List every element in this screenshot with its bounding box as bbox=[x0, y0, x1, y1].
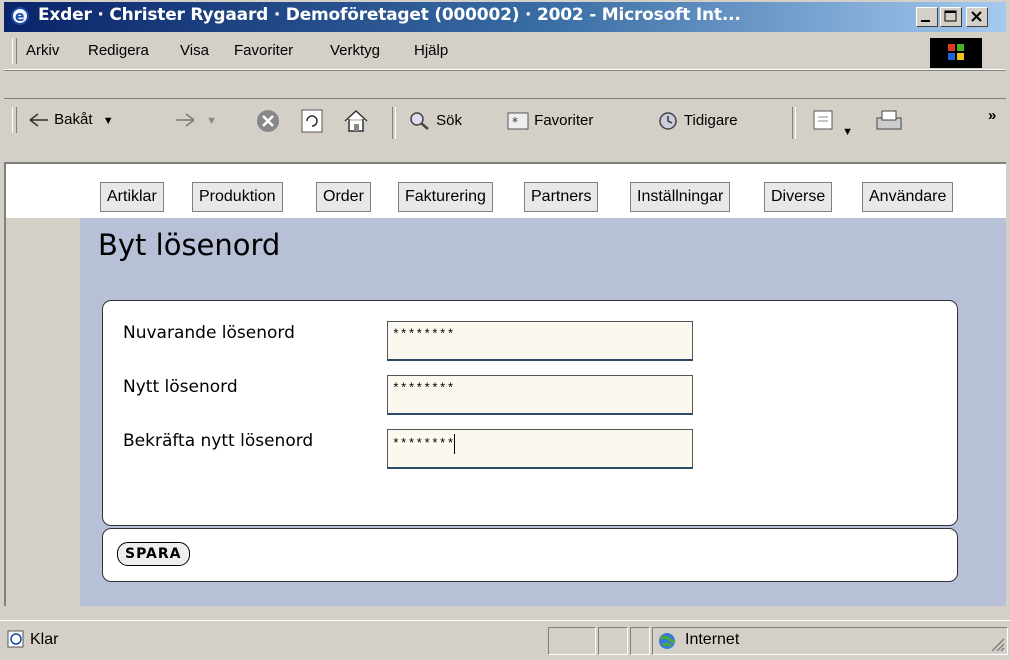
new-password-label: Nytt lösenord bbox=[123, 377, 238, 397]
text-caret bbox=[454, 434, 456, 454]
print-icon bbox=[876, 110, 902, 130]
tab-artiklar[interactable]: Artiklar bbox=[100, 182, 164, 212]
stop-button[interactable] bbox=[254, 107, 282, 139]
toolbar-separator bbox=[792, 107, 796, 139]
title-bar: e Exder · Christer Rygaard · Demoföretag… bbox=[4, 2, 1006, 32]
home-button[interactable] bbox=[342, 107, 370, 139]
ie-icon: e bbox=[11, 7, 29, 25]
toolbar: Bakåt ▼ ▼ Sök * Favoriter Tidigare ▼ » bbox=[4, 98, 1006, 155]
stop-icon bbox=[257, 110, 279, 132]
page-icon bbox=[7, 630, 24, 648]
back-label: Bakåt bbox=[54, 111, 93, 128]
menu-visa[interactable]: Visa bbox=[180, 42, 209, 59]
tab-partners[interactable]: Partners bbox=[524, 182, 599, 212]
history-button[interactable]: Tidigare bbox=[656, 111, 738, 131]
status-cell bbox=[548, 627, 596, 655]
favorites-button[interactable]: * Favoriter bbox=[506, 111, 593, 131]
mail-dropdown-icon[interactable]: ▼ bbox=[842, 126, 853, 138]
confirm-password-input[interactable]: ******** bbox=[387, 429, 693, 469]
tab-diverse[interactable]: Diverse bbox=[764, 182, 833, 212]
back-arrow-icon bbox=[29, 113, 48, 127]
new-password-input[interactable]: ******** bbox=[387, 375, 693, 415]
status-text: Klar bbox=[30, 631, 59, 648]
maximize-button[interactable] bbox=[940, 7, 962, 27]
toolbar-grip bbox=[12, 107, 17, 133]
refresh-icon bbox=[301, 109, 323, 133]
windows-logo bbox=[930, 38, 982, 68]
history-icon bbox=[659, 112, 677, 130]
history-label: Tidigare bbox=[683, 111, 738, 129]
save-button[interactable]: SPARA bbox=[117, 542, 190, 566]
favorites-icon: * bbox=[507, 112, 529, 130]
confirm-password-label: Bekräfta nytt lösenord bbox=[123, 431, 314, 451]
menu-arkiv[interactable]: Arkiv bbox=[26, 42, 59, 59]
confirm-password-value: ******** bbox=[392, 436, 455, 452]
forward-button[interactable]: ▼ bbox=[172, 111, 217, 128]
mail-button[interactable]: ▼ bbox=[810, 107, 853, 139]
tab-installningar[interactable]: Inställningar bbox=[630, 182, 731, 212]
search-icon bbox=[410, 112, 429, 130]
menu-favoriter[interactable]: Favoriter bbox=[234, 42, 293, 59]
svg-text:e: e bbox=[15, 9, 25, 25]
forward-arrow-icon bbox=[176, 113, 195, 127]
current-password-input[interactable]: ******** bbox=[387, 321, 693, 361]
forward-dropdown-icon[interactable]: ▼ bbox=[206, 115, 217, 127]
close-button[interactable] bbox=[966, 7, 988, 27]
tab-produktion[interactable]: Produktion bbox=[192, 182, 283, 212]
page-title: Byt lösenord bbox=[98, 228, 281, 262]
content-area: Artiklar Produktion Order Fakturering Pa… bbox=[4, 162, 1006, 606]
maximize-icon bbox=[944, 10, 957, 22]
search-button[interactable]: Sök bbox=[408, 111, 462, 131]
mail-icon bbox=[813, 110, 833, 130]
svg-text:*: * bbox=[512, 115, 518, 129]
minimize-button[interactable] bbox=[916, 7, 938, 27]
form-actions-card: SPARA bbox=[102, 528, 958, 582]
resize-grip-icon[interactable] bbox=[989, 636, 1005, 652]
menu-redigera[interactable]: Redigera bbox=[88, 42, 149, 59]
globe-icon bbox=[659, 633, 676, 649]
close-icon bbox=[971, 11, 982, 22]
status-cell bbox=[630, 627, 650, 655]
back-dropdown-icon[interactable]: ▼ bbox=[103, 115, 114, 127]
browser-window: e Exder · Christer Rygaard · Demoföretag… bbox=[0, 0, 1010, 660]
toolbar-separator bbox=[392, 107, 396, 139]
status-cell bbox=[598, 627, 628, 655]
menu-grip bbox=[12, 38, 17, 64]
search-label: Sök bbox=[436, 111, 463, 129]
zone-label: Internet bbox=[685, 631, 740, 648]
nav-strip: Artiklar Produktion Order Fakturering Pa… bbox=[6, 164, 1006, 218]
back-button[interactable]: Bakåt ▼ bbox=[28, 111, 114, 128]
minimize-icon bbox=[921, 20, 930, 22]
password-form-card: Nuvarande lösenord ******** Nytt lösenor… bbox=[102, 300, 958, 526]
toolbar-overflow-button[interactable]: » bbox=[988, 107, 996, 124]
left-margin bbox=[6, 218, 80, 606]
home-icon bbox=[344, 109, 368, 132]
window-title: Exder · Christer Rygaard · Demoföretaget… bbox=[38, 5, 741, 25]
status-bar: Klar Internet bbox=[0, 620, 1010, 660]
refresh-button[interactable] bbox=[298, 107, 326, 139]
menu-verktyg[interactable]: Verktyg bbox=[330, 42, 380, 59]
tab-order[interactable]: Order bbox=[316, 182, 371, 212]
windows-flag-icon bbox=[948, 44, 964, 60]
print-button[interactable] bbox=[874, 107, 904, 139]
menu-bar: Arkiv Redigera Visa Favoriter Verktyg Hj… bbox=[4, 34, 1006, 70]
menu-hjalp[interactable]: Hjälp bbox=[414, 42, 448, 59]
current-password-label: Nuvarande lösenord bbox=[123, 323, 295, 343]
tab-fakturering[interactable]: Fakturering bbox=[398, 182, 493, 212]
favorites-label: Favoriter bbox=[534, 111, 594, 129]
zone-cell: Internet bbox=[652, 627, 1008, 655]
tab-anvandare[interactable]: Användare bbox=[862, 182, 954, 212]
